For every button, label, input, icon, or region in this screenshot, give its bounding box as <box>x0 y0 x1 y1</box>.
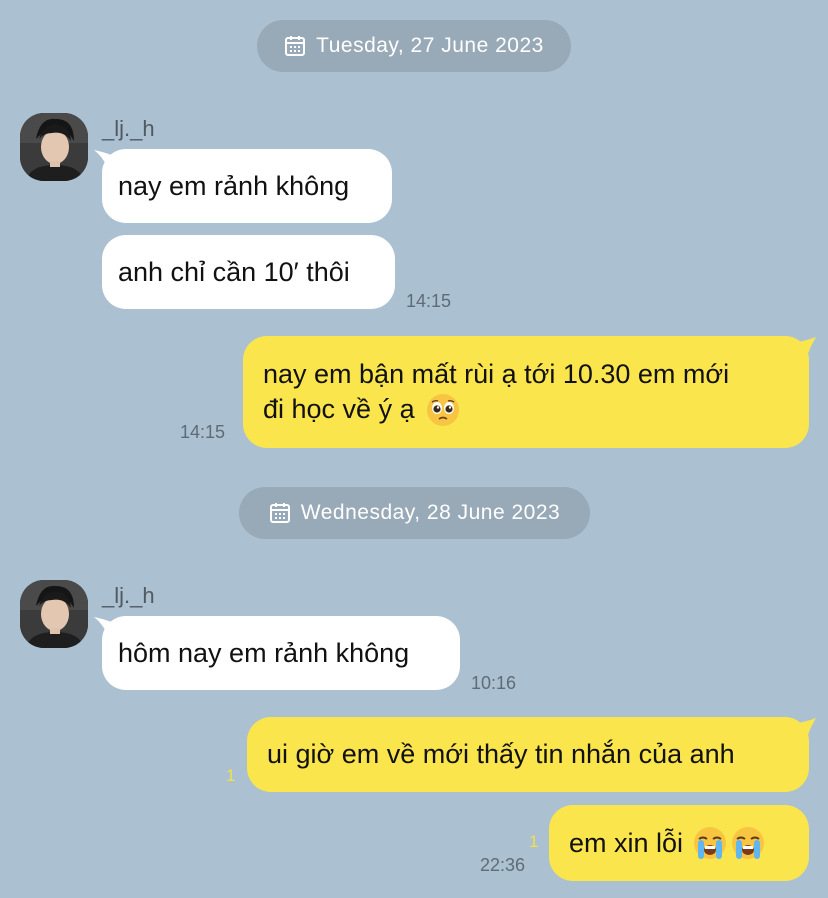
sender-name: _lj._h <box>102 583 155 608</box>
outgoing-message[interactable]: ui giờ em về mới thấy tin nhắn của anh <box>247 717 809 792</box>
calendar-icon <box>269 503 290 523</box>
unread-count: 1 <box>529 832 539 851</box>
message-text: anh chỉ cần 10′ thôi <box>118 256 350 287</box>
message-text: em xin lỗi <box>569 827 684 858</box>
incoming-message[interactable]: nay em rảnh không <box>102 149 392 223</box>
loudly-crying-face-emoji <box>694 827 727 859</box>
message-text: hôm nay em rảnh không <box>118 637 410 668</box>
loudly-crying-face-emoji <box>732 827 765 859</box>
date-separator: Tuesday, 27 June 2023 <box>257 20 571 72</box>
pleading-face-emoji <box>427 394 460 427</box>
date-label: Wednesday, 28 June 2023 <box>300 501 561 524</box>
message-time: 10:16 <box>471 673 517 693</box>
incoming-message[interactable]: anh chỉ cần 10′ thôi <box>102 235 395 309</box>
unread-count: 1 <box>226 766 236 785</box>
avatar[interactable] <box>20 113 88 181</box>
sender-name: _lj._h <box>102 116 155 141</box>
message-time: 22:36 <box>480 855 526 875</box>
message-text: nay em rảnh không <box>118 170 350 201</box>
message-text-line: đi học về ý ạ <box>263 392 729 428</box>
date-separator: Wednesday, 28 June 2023 <box>239 487 590 539</box>
message-text-line: nay em bận mất rùi ạ tới 10.30 em mới <box>263 358 730 389</box>
message-time: 14:15 <box>180 422 226 442</box>
outgoing-message[interactable]: nay em bận mất rùi ạ tới 10.30 em mới đi… <box>243 336 809 448</box>
calendar-icon <box>285 36 306 56</box>
incoming-message[interactable]: hôm nay em rảnh không <box>102 616 460 690</box>
outgoing-message[interactable]: em xin lỗi <box>549 805 809 881</box>
message-time: 14:15 <box>406 291 452 311</box>
date-label: Tuesday, 27 June 2023 <box>316 34 544 57</box>
message-text: ui giờ em về mới thấy tin nhắn của anh <box>267 739 735 769</box>
avatar[interactable] <box>20 580 88 648</box>
